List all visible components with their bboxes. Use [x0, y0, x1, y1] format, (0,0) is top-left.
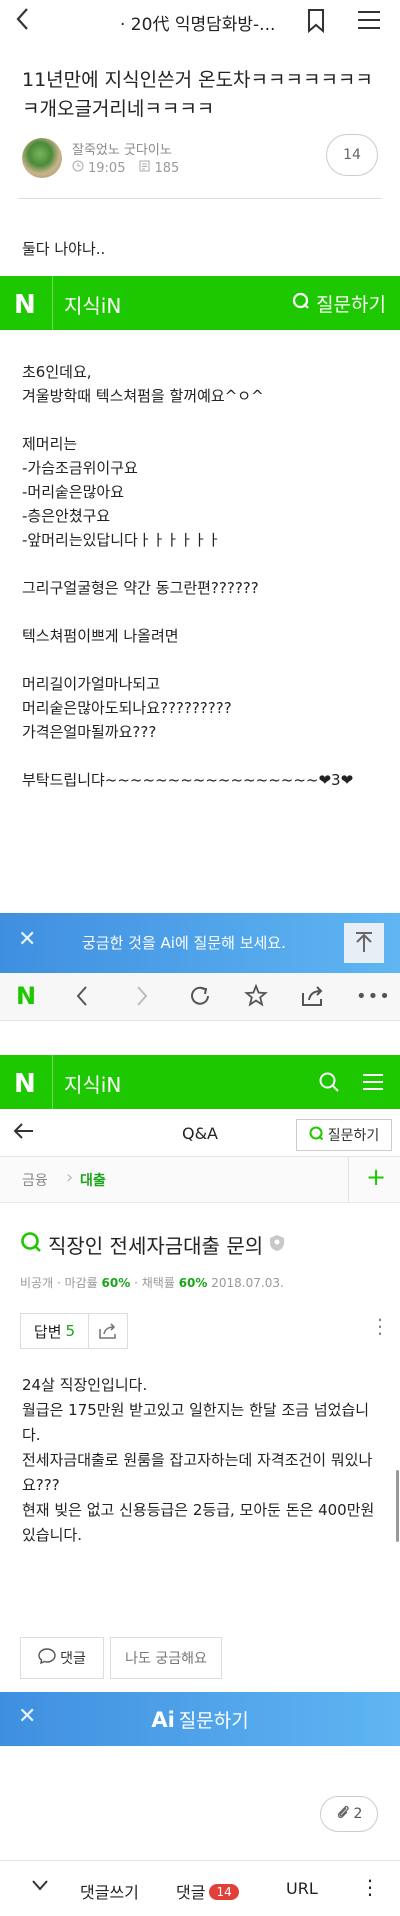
share-icon[interactable] — [300, 984, 326, 1012]
ai-banner-text: 궁금한 것을 Ai에 질문해 보세요. — [82, 934, 286, 952]
post-title: 11년만에 지식인쓴거 온도차ㅋㅋㅋㅋㅋㅋㅋㅋ개오글거리네ㅋㅋㅋㅋ — [22, 69, 373, 120]
answers-count: 5 — [65, 1322, 76, 1340]
answers-label: 답변 — [33, 1322, 62, 1341]
naver-kin-header: N 지식iN 질문하기 — [0, 276, 400, 330]
me-too-label: 나도 궁금해요 — [125, 1651, 207, 1667]
ai-banner[interactable]: ✕ 궁금한 것을 Ai에 질문해 보세요. — [0, 913, 400, 973]
comment-button[interactable]: 댓글 — [20, 1637, 104, 1679]
meta-date: 2018.07.03. — [211, 1276, 284, 1290]
post-views: 185 — [154, 160, 180, 176]
category-child[interactable]: 대출 — [80, 1170, 106, 1190]
naver-home-icon[interactable]: N — [16, 982, 36, 1010]
comments-badge: 14 — [209, 1884, 239, 1900]
comment-button-label: 댓글 — [60, 1651, 86, 1667]
browser-toolbar: N ••• — [0, 973, 400, 1021]
divider — [18, 198, 382, 199]
scrollbar[interactable] — [396, 1470, 399, 1542]
views-icon — [139, 160, 150, 176]
comments-button[interactable]: 댓글 14 — [176, 1879, 239, 1903]
write-comment-button[interactable]: 댓글쓰기 — [80, 1879, 139, 1903]
answers-button[interactable]: 답변 5 — [21, 1314, 89, 1348]
question-body: 초6인데요, 겨울방학때 텍스쳐펌을 할꺼예요^ㅇ^ 제머리는 -가슴조금위이구… — [22, 363, 354, 789]
kin-brand: 지식iN — [64, 294, 122, 318]
menu-icon[interactable] — [362, 1073, 384, 1095]
bottom-action-bar: 댓글쓰기 댓글 14 URL ⋮ — [0, 1860, 400, 1916]
scroll-top-button[interactable] — [344, 923, 384, 963]
close-icon[interactable]: ✕ — [18, 927, 36, 952]
comments-label: 댓글 — [176, 1883, 206, 1902]
ask-label: 질문하기 — [316, 294, 386, 316]
answer-tab[interactable]: 답변 5 — [20, 1313, 128, 1349]
meta-deadline-value: 60% — [101, 1276, 131, 1290]
q-icon — [309, 1126, 324, 1145]
speech-bubble-icon — [38, 1648, 56, 1668]
meta-private: 비공개 — [20, 1276, 54, 1290]
question-body: 24살 직장인입니다. 월급은 175만원 받고있고 일한지는 한달 조금 넘었… — [22, 1376, 375, 1544]
share-icon[interactable] — [89, 1314, 127, 1348]
comment-count-button[interactable]: 14 — [326, 134, 378, 176]
attachment-count: 2 — [353, 1806, 363, 1822]
more-icon[interactable]: ••• — [356, 986, 391, 1007]
paperclip-icon — [336, 1804, 350, 1824]
url-button[interactable]: URL — [286, 1879, 318, 1898]
ai-ask-text: 질문하기 — [178, 1710, 249, 1732]
category-parent[interactable]: 금융 — [22, 1170, 48, 1190]
ask-question-button: 질문하기 — [292, 290, 386, 317]
add-icon[interactable]: + — [366, 1163, 386, 1191]
ai-ask-label: Ai 질문하기 — [0, 1706, 400, 1733]
naver-kin-header: N 지식iN — [0, 1055, 400, 1109]
menu-icon[interactable] — [356, 8, 382, 36]
more-vertical-icon[interactable]: ⋮ — [370, 1314, 390, 1338]
comment-count: 14 — [343, 147, 361, 163]
back-icon[interactable] — [12, 1119, 36, 1149]
shield-icon — [269, 1233, 285, 1257]
divider — [52, 276, 53, 330]
author-name[interactable]: 잘죽었노 굿다이노 — [72, 139, 172, 158]
star-icon[interactable] — [244, 983, 268, 1012]
refresh-icon[interactable] — [188, 984, 212, 1012]
q-icon — [20, 1231, 42, 1258]
qa-header: Q&A 질문하기 — [0, 1111, 400, 1157]
chevron-down-icon[interactable] — [30, 1875, 50, 1899]
bookmark-icon[interactable] — [305, 8, 327, 38]
avatar[interactable] — [22, 138, 62, 178]
post-time: 19:05 — [88, 160, 126, 176]
meta-deadline-label: 마감률 — [64, 1276, 98, 1290]
ai-ask-banner[interactable]: ✕ Ai 질문하기 — [0, 1692, 400, 1746]
post-meta: 19:05 185 — [72, 160, 179, 176]
back-icon[interactable] — [14, 6, 32, 38]
chevron-right-icon: › — [66, 1167, 74, 1188]
arrow-up-icon — [356, 932, 372, 952]
breadcrumb: 금융 › 대출 + — [0, 1157, 400, 1203]
kin-brand[interactable]: 지식iN — [64, 1069, 121, 1098]
meta-adopt-value: 60% — [178, 1276, 208, 1290]
naver-logo[interactable]: N — [14, 1069, 36, 1099]
attachment-button[interactable]: 2 — [320, 1796, 378, 1832]
chatroom-title: · 20代 익명담화방-... — [120, 15, 276, 35]
naver-logo: N — [14, 290, 36, 320]
q-icon — [292, 292, 310, 315]
ask-label: 질문하기 — [327, 1128, 380, 1144]
browser-forward-icon[interactable] — [134, 984, 150, 1012]
divider — [52, 1055, 53, 1109]
more-vertical-icon[interactable]: ⋮ — [360, 1875, 380, 1899]
divider — [348, 1157, 349, 1203]
meta-adopt-label: 채택률 — [141, 1276, 175, 1290]
post-intro-text: 둘다 나야나.. — [22, 240, 106, 258]
question-title-text: 직장인 전세자금대출 문의 — [48, 1234, 264, 1258]
top-bar: · 20代 익명담화방-... — [0, 0, 400, 42]
search-icon[interactable] — [318, 1071, 340, 1097]
question-meta: 비공개 · 마감률 60% · 채택률 60% 2018.07.03. — [20, 1276, 284, 1290]
ask-question-button[interactable]: 질문하기 — [296, 1119, 392, 1151]
question-title: 직장인 전세자금대출 문의 — [20, 1230, 285, 1259]
clock-icon — [72, 160, 84, 176]
ai-logo: Ai — [151, 1708, 175, 1732]
me-too-curious-button[interactable]: 나도 궁금해요 — [110, 1637, 222, 1679]
browser-back-icon[interactable] — [74, 984, 90, 1012]
